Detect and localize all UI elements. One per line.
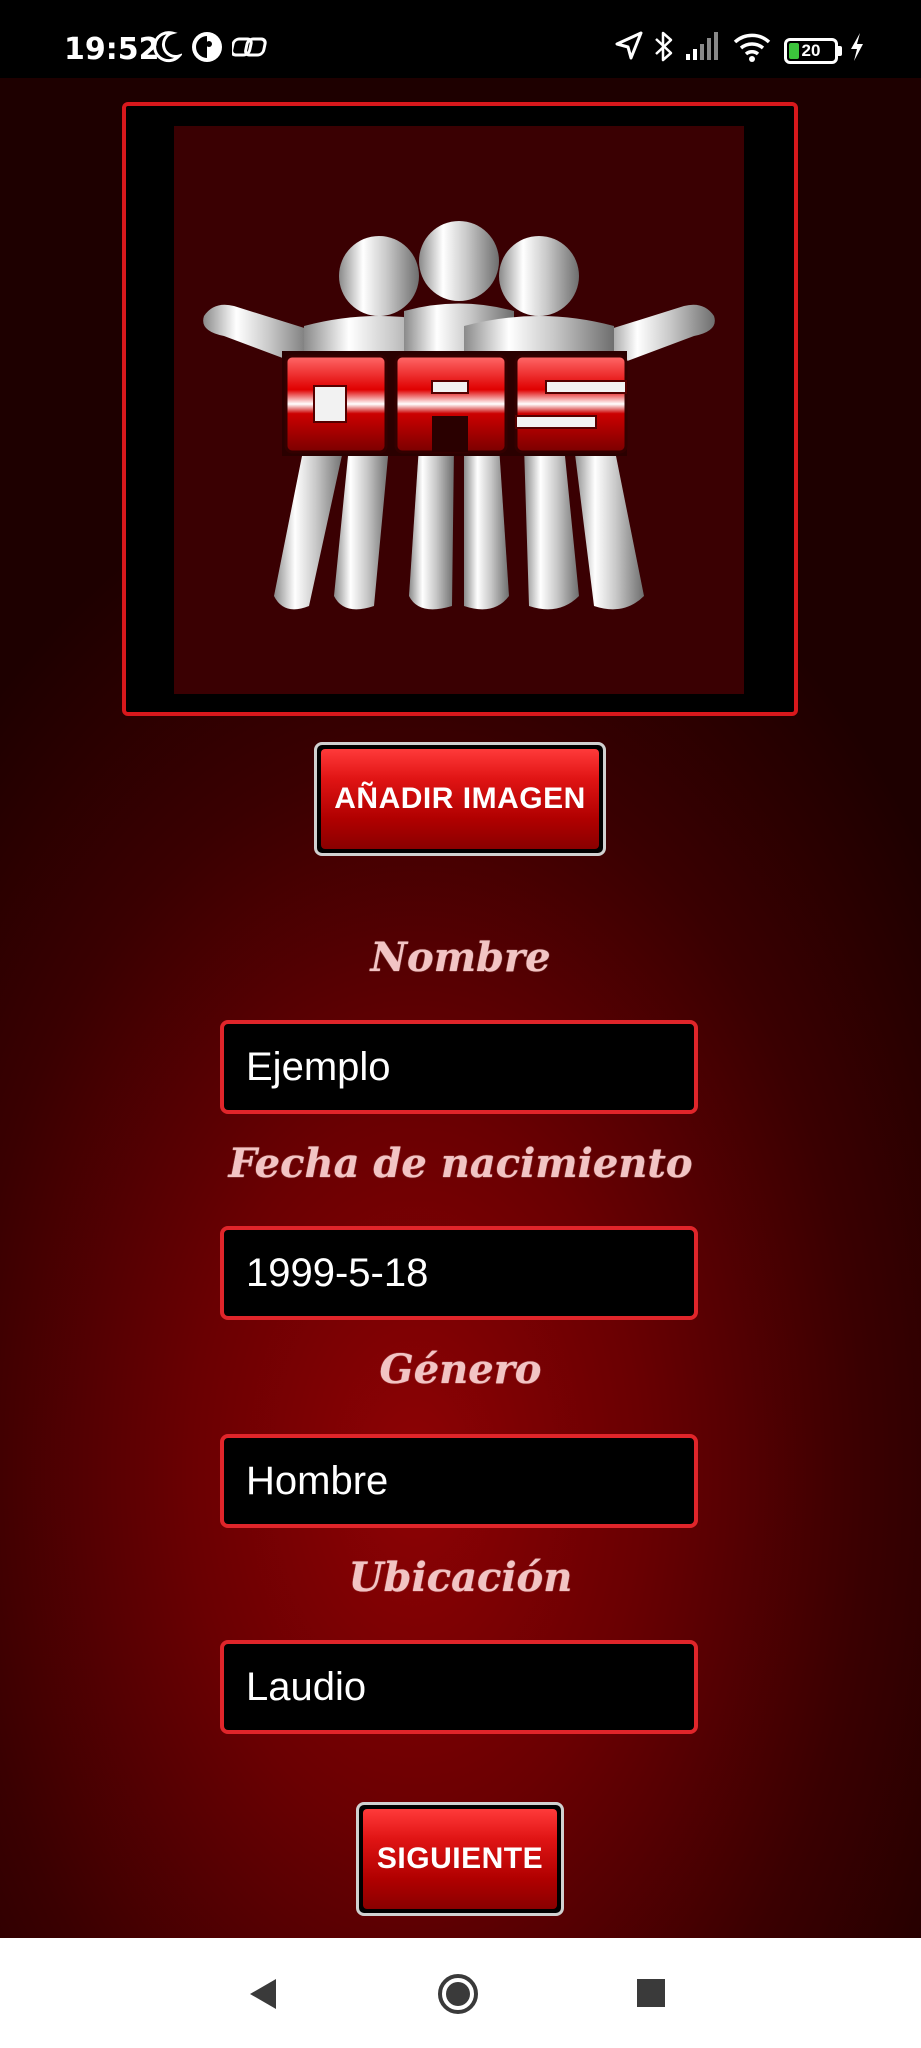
- name-label: Nombre: [370, 934, 551, 981]
- profile-image-frame: [122, 102, 798, 716]
- birthdate-label: Fecha de nacimiento: [228, 1140, 693, 1187]
- battery-level: 20: [801, 41, 821, 60]
- recents-icon[interactable]: [636, 1978, 666, 2008]
- birthdate-input[interactable]: 1999-5-18: [220, 1226, 698, 1320]
- battery-icon: 20: [784, 38, 838, 64]
- bluetooth-icon: [655, 31, 673, 62]
- profile-image: [174, 126, 744, 694]
- profile-form-screen: AÑADIR IMAGEN Nombre Ejemplo Fecha de na…: [0, 78, 921, 1938]
- link-icon: [232, 37, 267, 57]
- location-icon: [615, 31, 643, 60]
- add-image-button[interactable]: AÑADIR IMAGEN: [314, 742, 606, 856]
- add-image-button-label: AÑADIR IMAGEN: [321, 749, 599, 849]
- charging-icon: [851, 33, 863, 61]
- status-bar: 19:52 20: [0, 0, 921, 78]
- gender-input[interactable]: Hombre: [220, 1434, 698, 1528]
- status-time: 19:52: [64, 32, 160, 67]
- back-icon[interactable]: [246, 1976, 280, 2012]
- location-label: Ubicación: [348, 1554, 573, 1601]
- wifi-icon: [733, 33, 771, 62]
- moon-icon: [153, 31, 182, 63]
- location-input[interactable]: Laudio: [220, 1640, 698, 1734]
- signal-icon: [686, 32, 718, 60]
- home-icon[interactable]: [436, 1972, 480, 2016]
- navigation-bar: [0, 1938, 921, 2048]
- data-saver-icon: [192, 32, 222, 62]
- gender-label: Género: [379, 1346, 542, 1393]
- next-button-label: SIGUIENTE: [363, 1809, 557, 1909]
- name-input[interactable]: Ejemplo: [220, 1020, 698, 1114]
- das-logo: [203, 221, 715, 610]
- next-button[interactable]: SIGUIENTE: [356, 1802, 564, 1916]
